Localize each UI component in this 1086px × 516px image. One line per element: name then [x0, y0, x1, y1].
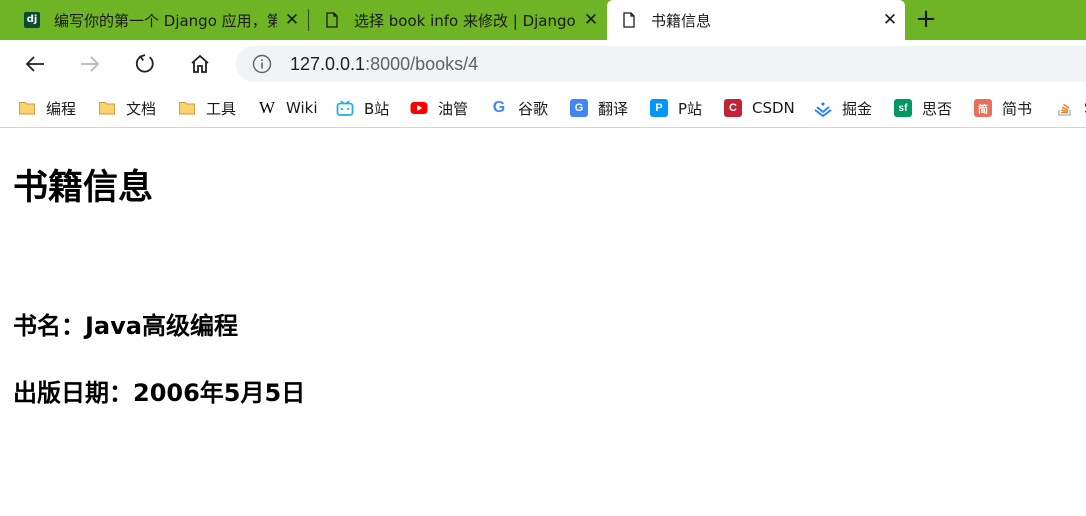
bookmark-label: 油管 [438, 99, 469, 118]
close-icon[interactable]: ✕ [576, 10, 606, 30]
tab-book-info-active[interactable]: 书籍信息 ✕ [607, 0, 905, 40]
bookmark-translate[interactable]: G 翻译 [570, 96, 628, 120]
bookmark-google[interactable]: G 谷歌 [490, 96, 548, 120]
tab-django-admin[interactable]: 选择 book info 来修改 | Django 站 ✕ [310, 0, 606, 40]
django-icon: dj [24, 12, 40, 28]
browser-toolbar: 127.0.0.1:8000/books/4 [0, 40, 1086, 88]
bookmark-label: 文档 [126, 99, 157, 118]
jianshu-icon: 简 [974, 99, 992, 117]
bookmark-pixiv[interactable]: P P站 [650, 96, 702, 120]
close-icon[interactable]: ✕ [875, 10, 905, 30]
bookmark-stackoverflow[interactable]: S [1056, 96, 1086, 120]
book-name-text: 书名：Java高级编程 [13, 312, 238, 340]
folder-icon [179, 102, 195, 115]
wikipedia-icon: W [258, 98, 276, 117]
url-text[interactable]: 127.0.0.1:8000/books/4 [290, 54, 478, 75]
reload-button[interactable] [129, 48, 161, 80]
info-icon[interactable] [252, 54, 272, 74]
bookmark-label: CSDN [752, 99, 795, 117]
bookmark-folder-tools[interactable]: 工具 [178, 96, 236, 120]
translate-icon: G [570, 99, 588, 117]
tab-title: 书籍信息 [651, 11, 712, 30]
bookmark-youtube[interactable]: 油管 [410, 96, 468, 120]
pixiv-icon: P [650, 99, 668, 117]
bookmark-juejin[interactable]: 掘金 [814, 96, 872, 120]
tab-strip: dj 编写你的第一个 Django 应用，第 ✕ 选择 book info 来修… [0, 0, 1086, 40]
bookmark-label: Wiki [286, 99, 318, 117]
bookmark-label: 掘金 [842, 99, 873, 118]
page-content: 书籍信息 书名：Java高级编程 出版日期：2006年5月5日 [0, 129, 1086, 516]
home-button[interactable] [184, 48, 216, 80]
home-icon [191, 54, 209, 73]
page-icon [623, 12, 635, 28]
reload-icon [135, 54, 154, 73]
google-icon: G [492, 99, 506, 116]
bookmark-label: 谷歌 [518, 99, 549, 118]
arrow-left-icon [25, 56, 44, 72]
bookmark-label: 思否 [922, 99, 953, 118]
juejin-icon [814, 102, 832, 117]
bookmark-folder-programming[interactable]: 编程 [18, 96, 76, 120]
arrow-right-icon [81, 56, 100, 72]
folder-icon [19, 102, 35, 115]
stackoverflow-icon [1058, 103, 1071, 116]
tab-divider [308, 9, 309, 31]
bookmark-label: 翻译 [598, 99, 629, 118]
segmentfault-icon: sf [894, 99, 912, 117]
bookmark-segmentfault[interactable]: sf 思否 [894, 96, 952, 120]
tab-title: 选择 book info 来修改 | Django 站 [354, 11, 576, 30]
bookmark-bilibili[interactable]: B站 [336, 96, 389, 120]
bookmark-label: 简书 [1002, 99, 1033, 118]
bookmark-label: 编程 [46, 99, 77, 118]
bookmark-csdn[interactable]: C CSDN [724, 96, 795, 120]
bookmark-jianshu[interactable]: 简 简书 [974, 96, 1032, 120]
bookmark-label: B站 [364, 99, 390, 118]
folder-icon [99, 102, 115, 115]
bookmark-folder-docs[interactable]: 文档 [98, 96, 156, 120]
back-button[interactable] [19, 48, 51, 80]
close-icon[interactable]: ✕ [277, 10, 307, 30]
page-icon [326, 12, 338, 28]
url-path: :8000/books/4 [365, 53, 479, 74]
tab-django-tutorial[interactable]: dj 编写你的第一个 Django 应用，第 ✕ [10, 0, 307, 40]
bilibili-icon [336, 100, 354, 116]
address-bar[interactable]: 127.0.0.1:8000/books/4 [236, 46, 1086, 82]
url-host: 127.0.0.1 [290, 53, 366, 74]
forward-button[interactable] [74, 48, 106, 80]
youtube-icon [410, 102, 428, 114]
publish-date-text: 出版日期：2006年5月5日 [13, 379, 306, 407]
tab-title: 编写你的第一个 Django 应用，第 [54, 11, 277, 30]
bookmark-label: P站 [678, 99, 703, 118]
bookmarks-bar: 编程 文档 工具 W Wiki B站 油管 G 谷歌 G 翻译 P P站 C C… [0, 88, 1086, 128]
bookmark-wiki[interactable]: W Wiki [258, 96, 318, 120]
new-tab-button[interactable]: + [910, 3, 942, 37]
csdn-icon: C [724, 99, 742, 117]
page-title: 书籍信息 [13, 168, 154, 208]
bookmark-label: 工具 [206, 99, 237, 118]
